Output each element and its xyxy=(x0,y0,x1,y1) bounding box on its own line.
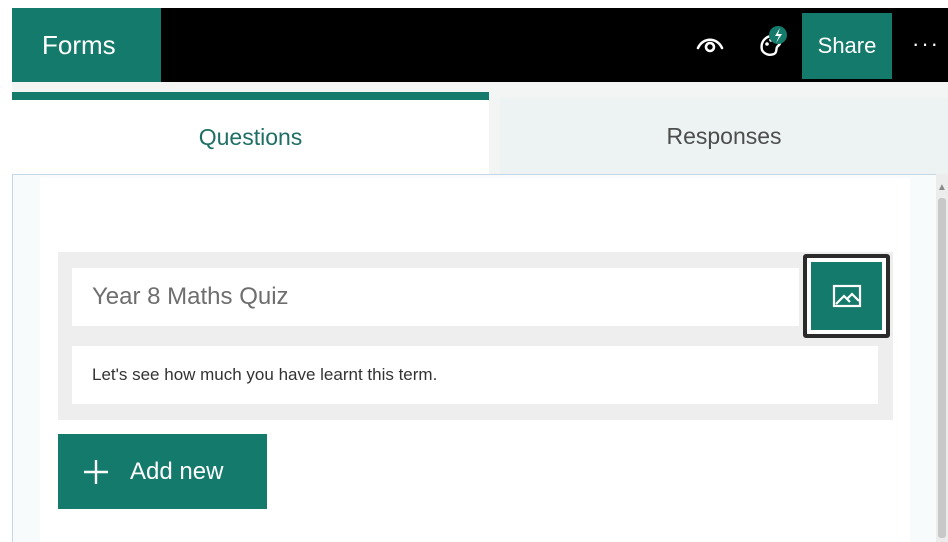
eye-icon xyxy=(696,38,724,53)
tab-questions-label: Questions xyxy=(198,123,303,150)
plus-icon xyxy=(82,458,110,486)
vertical-scrollbar[interactable]: ▲ xyxy=(936,174,948,542)
tab-questions[interactable]: Questions xyxy=(12,92,489,174)
share-button-label: Share xyxy=(817,33,877,58)
palette-icon xyxy=(760,26,787,56)
scroll-up-arrow-icon[interactable]: ▲ xyxy=(936,182,948,193)
top-bar: Forms Share ··· xyxy=(12,8,948,82)
form-description-text: Let's see how much you have learnt this … xyxy=(92,365,438,384)
share-button[interactable]: Share xyxy=(802,13,892,79)
more-options-button[interactable]: ··· xyxy=(912,28,948,60)
app-brand[interactable]: Forms xyxy=(12,8,161,82)
insert-image-button[interactable] xyxy=(811,262,882,330)
image-icon xyxy=(832,284,861,308)
add-new-label: Add new xyxy=(130,457,224,485)
tab-responses-label: Responses xyxy=(666,122,782,149)
form-title-field[interactable]: Year 8 Maths Quiz xyxy=(72,268,799,326)
more-options-icon: ··· xyxy=(912,31,940,56)
add-new-button[interactable]: Add new xyxy=(58,434,267,509)
tab-responses[interactable]: Responses xyxy=(500,98,948,174)
theme-button[interactable] xyxy=(752,22,796,66)
top-strip xyxy=(0,0,948,8)
scroll-thumb[interactable] xyxy=(938,198,946,538)
app-brand-label: Forms xyxy=(42,29,116,60)
preview-button[interactable] xyxy=(692,26,728,62)
form-description-field[interactable]: Let's see how much you have learnt this … xyxy=(72,346,878,404)
form-title-text: Year 8 Maths Quiz xyxy=(92,283,289,310)
tab-bar: Questions Responses xyxy=(12,82,948,174)
